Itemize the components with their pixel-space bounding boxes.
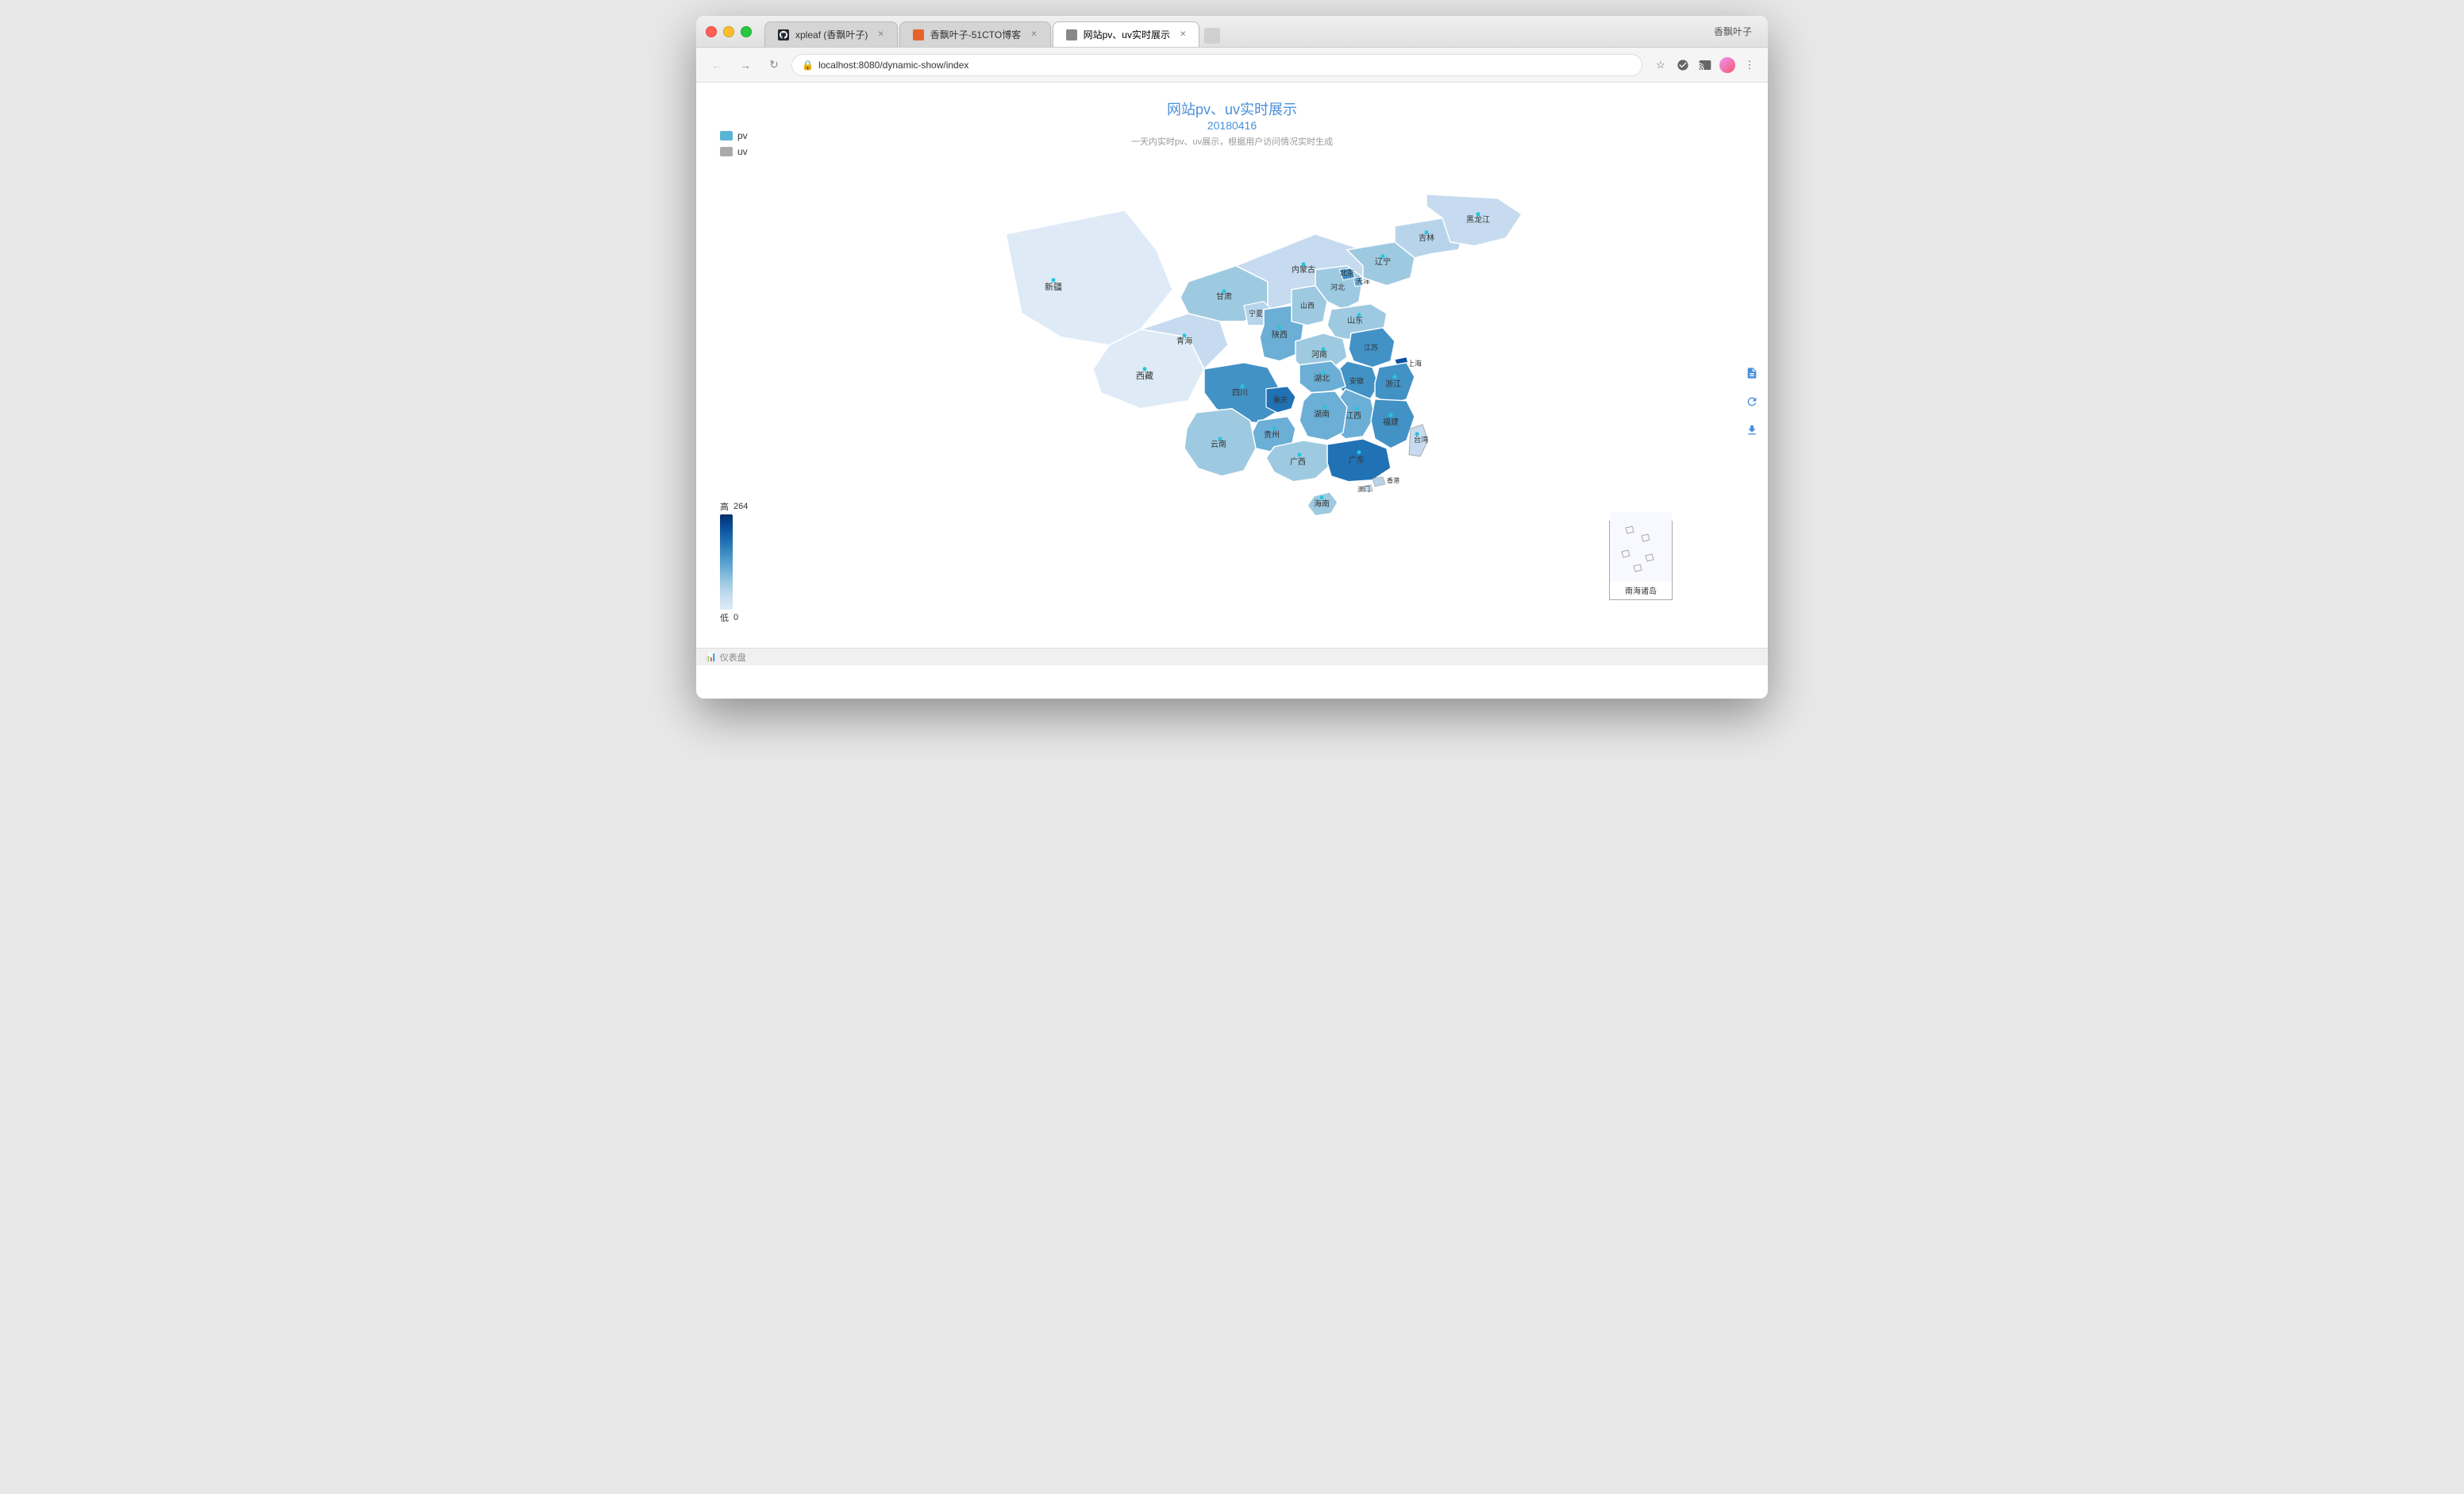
svg-text:北京: 北京 xyxy=(1340,268,1354,277)
page-date: 20180416 xyxy=(696,119,1768,132)
legend-pv-label: pv xyxy=(737,130,748,141)
tab-label: 香飘叶子-51CTO博客 xyxy=(930,28,1021,41)
svg-text:重庆: 重庆 xyxy=(1273,395,1288,404)
page-subtitle: 一天内实时pv、uv展示，根据用户访问情况实时生成 xyxy=(696,135,1768,148)
scale-min-value: 0 xyxy=(733,613,738,622)
svg-text:四川: 四川 xyxy=(1232,389,1248,398)
tab-xpleaf[interactable]: xpleaf (香飘叶子) ✕ xyxy=(764,21,898,47)
scale-bar xyxy=(720,514,733,610)
svg-text:浙江: 浙江 xyxy=(1385,379,1401,389)
scale-low-label: 低 xyxy=(720,611,729,624)
close-button[interactable] xyxy=(706,26,717,37)
svg-text:河南: 河南 xyxy=(1311,349,1327,360)
tabs-bar: xpleaf (香飘叶子) ✕ 香飘叶子-51CTO博客 ✕ 网站pv、uv实时… xyxy=(764,16,1714,47)
sea-inset-map xyxy=(1610,512,1672,584)
toolbar-icons: ☆ ⋮ xyxy=(1652,56,1758,74)
svg-text:西藏: 西藏 xyxy=(1136,371,1153,381)
cast-icon[interactable] xyxy=(1696,56,1714,74)
address-bar[interactable]: 🔒 localhost:8080/dynamic-show/index xyxy=(791,54,1642,76)
sea-inset-label: 南海诸岛 xyxy=(1625,584,1657,596)
svg-text:广东: 广东 xyxy=(1349,455,1365,465)
svg-text:海南: 海南 xyxy=(1314,499,1330,509)
china-map[interactable]: 新疆 西藏 青海 甘肃 内蒙古 xyxy=(982,187,1538,635)
svg-text:山西: 山西 xyxy=(1300,302,1315,310)
scale-high-label: 高 xyxy=(720,500,729,513)
svg-text:山东: 山东 xyxy=(1347,315,1363,325)
tab-close-btn[interactable]: ✕ xyxy=(1030,30,1037,39)
page-header: 网站pv、uv实时展示 20180416 一天内实时pv、uv展示，根据用户访问… xyxy=(696,83,1768,156)
back-button[interactable]: ← xyxy=(706,54,728,76)
south-china-sea-inset: 南海诸岛 xyxy=(1609,521,1673,600)
right-toolbar xyxy=(1736,357,1768,446)
titlebar: xpleaf (香飘叶子) ✕ 香飘叶子-51CTO博客 ✕ 网站pv、uv实时… xyxy=(696,16,1768,48)
legend-pv-color xyxy=(720,131,733,141)
statusbar: 📊 仪表盘 xyxy=(696,648,1768,665)
status-icon: 📊 xyxy=(706,652,717,662)
new-tab-button[interactable] xyxy=(1201,25,1223,47)
main-content: pv uv 网站pv、uv实时展示 20180416 一天内实时pv、uv展示，… xyxy=(696,83,1768,670)
svg-text:澳门: 澳门 xyxy=(1357,485,1370,493)
svg-text:湖北: 湖北 xyxy=(1314,374,1330,383)
tab-pvuv[interactable]: 网站pv、uv实时展示 ✕ xyxy=(1053,21,1200,47)
tab-51cto[interactable]: 香飘叶子-51CTO博客 ✕ xyxy=(899,21,1051,47)
svg-text:云南: 云南 xyxy=(1211,439,1226,449)
scale-max-value: 264 xyxy=(733,502,748,511)
svg-text:江苏: 江苏 xyxy=(1364,343,1378,352)
tab-label: 网站pv、uv实时展示 xyxy=(1084,28,1170,41)
tab-label: xpleaf (香飘叶子) xyxy=(795,28,868,41)
refresh-icon[interactable] xyxy=(1742,392,1761,411)
svg-text:香港: 香港 xyxy=(1387,476,1399,484)
svg-text:陕西: 陕西 xyxy=(1272,329,1288,340)
color-scale: 高 264 低 0 xyxy=(720,500,748,624)
tab-close-btn[interactable]: ✕ xyxy=(877,30,884,39)
page-title: 网站pv、uv实时展示 xyxy=(696,98,1768,119)
svg-text:贵州: 贵州 xyxy=(1264,429,1280,440)
url-text: localhost:8080/dynamic-show/index xyxy=(818,60,1632,71)
svg-text:广西: 广西 xyxy=(1290,457,1306,467)
svg-text:新疆: 新疆 xyxy=(1045,281,1062,292)
svg-text:福建: 福建 xyxy=(1383,417,1399,427)
svg-text:宁夏: 宁夏 xyxy=(1249,309,1263,318)
svg-text:江西: 江西 xyxy=(1346,411,1361,421)
status-text: 仪表盘 xyxy=(720,651,746,664)
extension-icon[interactable] xyxy=(1674,56,1692,74)
menu-icon[interactable]: ⋮ xyxy=(1741,56,1758,74)
reload-button[interactable]: ↻ xyxy=(763,54,785,76)
forward-button[interactable]: → xyxy=(734,54,757,76)
legend-pv: pv xyxy=(720,130,748,141)
tab-close-btn[interactable]: ✕ xyxy=(1180,30,1186,39)
svg-text:上海: 上海 xyxy=(1407,359,1422,368)
window-title: 香飘叶子 xyxy=(1714,25,1758,38)
download-icon[interactable] xyxy=(1742,421,1761,440)
maximize-button[interactable] xyxy=(741,26,752,37)
svg-text:河北: 河北 xyxy=(1330,283,1345,291)
svg-text:湖南: 湖南 xyxy=(1314,409,1330,419)
user-icon[interactable] xyxy=(1719,56,1736,74)
document-icon[interactable] xyxy=(1742,364,1761,383)
svg-text:安徽: 安徽 xyxy=(1349,376,1364,385)
map-area: 新疆 西藏 青海 甘肃 内蒙古 xyxy=(696,156,1768,648)
browser-window: xpleaf (香飘叶子) ✕ 香飘叶子-51CTO博客 ✕ 网站pv、uv实时… xyxy=(696,16,1768,699)
toolbar: ← → ↻ 🔒 localhost:8080/dynamic-show/inde… xyxy=(696,48,1768,83)
minimize-button[interactable] xyxy=(723,26,734,37)
bookmark-star-icon[interactable]: ☆ xyxy=(1652,56,1669,74)
traffic-lights xyxy=(706,26,752,37)
svg-text:台湾: 台湾 xyxy=(1414,435,1428,444)
